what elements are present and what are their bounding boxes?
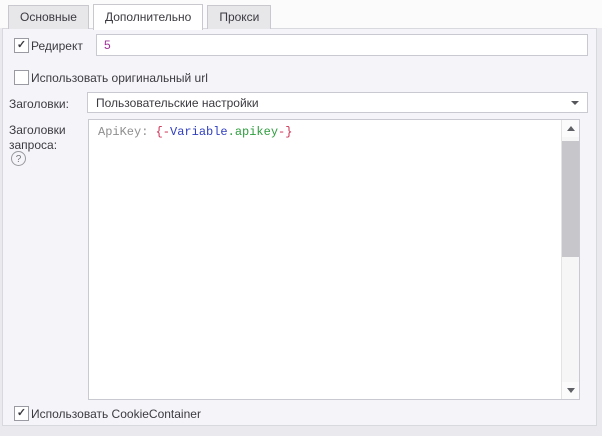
use-cookie-container-label: Использовать CookieContainer <box>31 407 201 421</box>
headers-select[interactable]: Пользовательские настройки <box>87 92 588 113</box>
vertical-scrollbar[interactable] <box>561 120 579 399</box>
tab-basic[interactable]: Основные <box>8 5 89 29</box>
scroll-down-button[interactable] <box>562 382 579 399</box>
tab-advanced[interactable]: Дополнительно <box>92 4 204 30</box>
redirect-label: Редирект <box>31 39 83 53</box>
headers-selected-option: Пользовательские настройки <box>96 95 259 110</box>
tab-proxy-label: Прокси <box>219 10 260 24</box>
help-icon[interactable]: ? <box>11 151 26 166</box>
request-headers-editor[interactable]: ApiKey: {-Variable.apikey-} <box>88 119 580 400</box>
headers-label: Заголовки: <box>9 97 69 111</box>
scrollbar-thumb[interactable] <box>562 141 579 257</box>
use-cookie-container-checkbox[interactable]: ✓ <box>14 406 29 421</box>
use-original-url-checkbox[interactable]: ✓ <box>14 70 29 85</box>
chevron-down-icon <box>571 100 579 105</box>
use-original-url-label: Использовать оригинальный url <box>31 71 208 85</box>
redirect-count-input[interactable] <box>96 34 588 56</box>
triangle-down-icon <box>566 388 575 393</box>
request-headers-label: Заголовки запроса: <box>9 123 66 152</box>
redirect-checkbox[interactable]: ✓ <box>14 38 29 53</box>
request-headers-code-line: ApiKey: {-Variable.apikey-} <box>98 125 293 139</box>
checkmark-icon: ✓ <box>16 407 27 419</box>
triangle-up-icon <box>566 126 575 131</box>
tab-basic-label: Основные <box>20 10 77 24</box>
question-mark-glyph: ? <box>15 154 22 165</box>
tab-advanced-label: Дополнительно <box>104 10 192 24</box>
scroll-up-button[interactable] <box>562 120 579 137</box>
tab-bar: Основные Дополнительно Прокси <box>0 0 602 30</box>
tab-proxy[interactable]: Прокси <box>207 5 272 29</box>
checkmark-icon: ✓ <box>16 39 27 51</box>
advanced-tab-panel: ✓ Редирект ✓ Использовать оригинальный u… <box>2 28 597 426</box>
http-request-settings-dialog: Основные Дополнительно Прокси ✓ Редирект… <box>0 0 602 436</box>
tab-list: Основные Дополнительно Прокси <box>8 4 272 30</box>
